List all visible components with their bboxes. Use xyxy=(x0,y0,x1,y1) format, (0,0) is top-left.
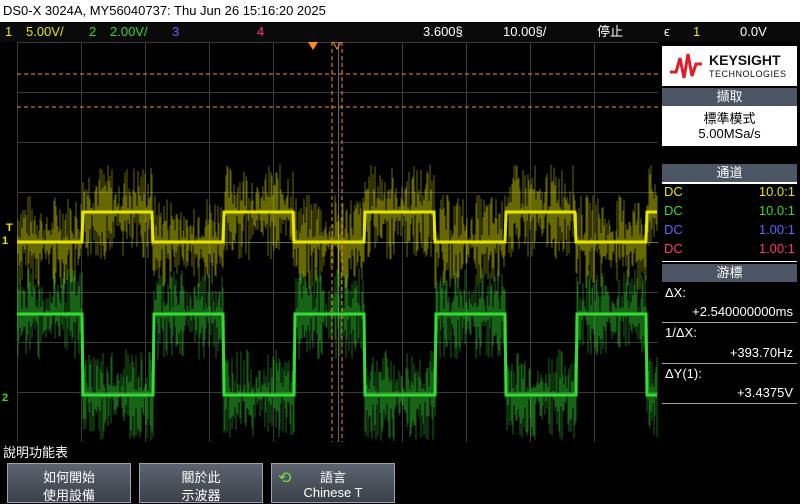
trigger-level-marker[interactable]: T xyxy=(6,222,13,234)
softkey2-line2: 示波器 xyxy=(181,488,221,503)
softkey2-line1: 關於此 xyxy=(181,470,221,485)
trigger-source[interactable]: 1 xyxy=(693,22,700,42)
delta-y-value: +3.4375V xyxy=(736,385,793,400)
ch2-coupling: DC xyxy=(664,203,683,218)
channels-header[interactable]: 通道 xyxy=(662,164,797,182)
acquire-panel: 標準模式 5.00MSa/s xyxy=(662,106,797,146)
delta-x-value: +2.540000000ms xyxy=(692,304,793,319)
inverse-delta-x-label: 1/ΔX: xyxy=(665,325,697,340)
ch3-probe: 1.00:1 xyxy=(758,222,795,237)
trigger-edge-icon: ϵ xyxy=(664,24,670,39)
softkey1-line2: 使用設備 xyxy=(42,488,95,503)
status-bar: 1 5.00V/ 2 2.00V/ 3 4 3.600§ 10.00§/ 停止 … xyxy=(0,22,800,42)
ch2-probe: 10.0:1 xyxy=(758,203,795,218)
ch1-ground-marker[interactable]: 1 xyxy=(2,235,8,247)
trigger-position-marker xyxy=(308,42,318,50)
keysight-logo: KEYSIGHT TECHNOLOGIES xyxy=(662,46,797,86)
cursors-panel: ΔX: +2.540000000ms 1/ΔX: +393.70Hz ΔY(1)… xyxy=(662,282,797,440)
inverse-delta-x-value: +393.70Hz xyxy=(729,345,793,360)
softkey3-line2: Chinese T xyxy=(303,485,363,500)
trigger-level[interactable]: 0.0V xyxy=(740,22,767,42)
ch4-coupling: DC xyxy=(664,241,683,256)
ch3-coupling: DC xyxy=(664,222,683,237)
time-offset[interactable]: 3.600§ xyxy=(423,22,463,42)
delta-x-label: ΔX: xyxy=(665,285,686,300)
logo-brand: KEYSIGHT xyxy=(709,52,781,68)
getting-started-softkey[interactable]: 如何開始 使用設備 xyxy=(7,463,131,503)
ch2-scale[interactable]: 2.00V/ xyxy=(110,22,148,42)
acquire-mode: 標準模式 xyxy=(703,111,756,126)
ch2-trace xyxy=(17,268,658,441)
delta-y-label: ΔY(1): xyxy=(665,366,702,381)
keysight-wave-icon xyxy=(670,53,702,79)
time-reference-marker xyxy=(332,42,342,51)
language-softkey[interactable]: ⟲ 語言 Chinese T xyxy=(271,463,395,503)
logo-sub: TECHNOLOGIES xyxy=(709,69,787,79)
about-softkey[interactable]: 關於此 示波器 xyxy=(139,463,263,503)
title-bar: DS0-X 3024A, MY56040737: Thu Jun 26 15:1… xyxy=(0,0,800,22)
sample-rate: 5.00MSa/s xyxy=(698,126,761,141)
ch2-number[interactable]: 2 xyxy=(89,22,96,42)
softkey3-line1: 語言 xyxy=(319,470,346,485)
waveform-display[interactable] xyxy=(17,42,658,442)
channels-panel: DC 10.0:1 DC 10.0:1 DC 1.00:1 DC 1.00:1 xyxy=(662,182,797,262)
cursors-header[interactable]: 游標 xyxy=(662,264,797,282)
ch4-probe: 1.00:1 xyxy=(758,241,795,256)
ch3-number[interactable]: 3 xyxy=(172,22,179,42)
menu-title: 說明功能表 xyxy=(0,443,800,463)
time-scale[interactable]: 10.00§/ xyxy=(503,22,546,42)
ch1-coupling: DC xyxy=(664,184,683,199)
ch1-number[interactable]: 1 xyxy=(5,22,12,42)
ch2-ground-marker[interactable]: 2 xyxy=(2,392,8,404)
run-state[interactable]: 停止 xyxy=(597,22,623,42)
acquire-header[interactable]: 擷取 xyxy=(662,88,797,106)
ch4-number[interactable]: 4 xyxy=(257,22,264,42)
ch1-probe: 10.0:1 xyxy=(758,184,795,199)
info-sidebar: KEYSIGHT TECHNOLOGIES 擷取 標準模式 5.00MSa/s … xyxy=(659,42,800,442)
softkey1-line1: 如何開始 xyxy=(42,470,95,485)
ch1-scale[interactable]: 5.00V/ xyxy=(26,22,64,42)
